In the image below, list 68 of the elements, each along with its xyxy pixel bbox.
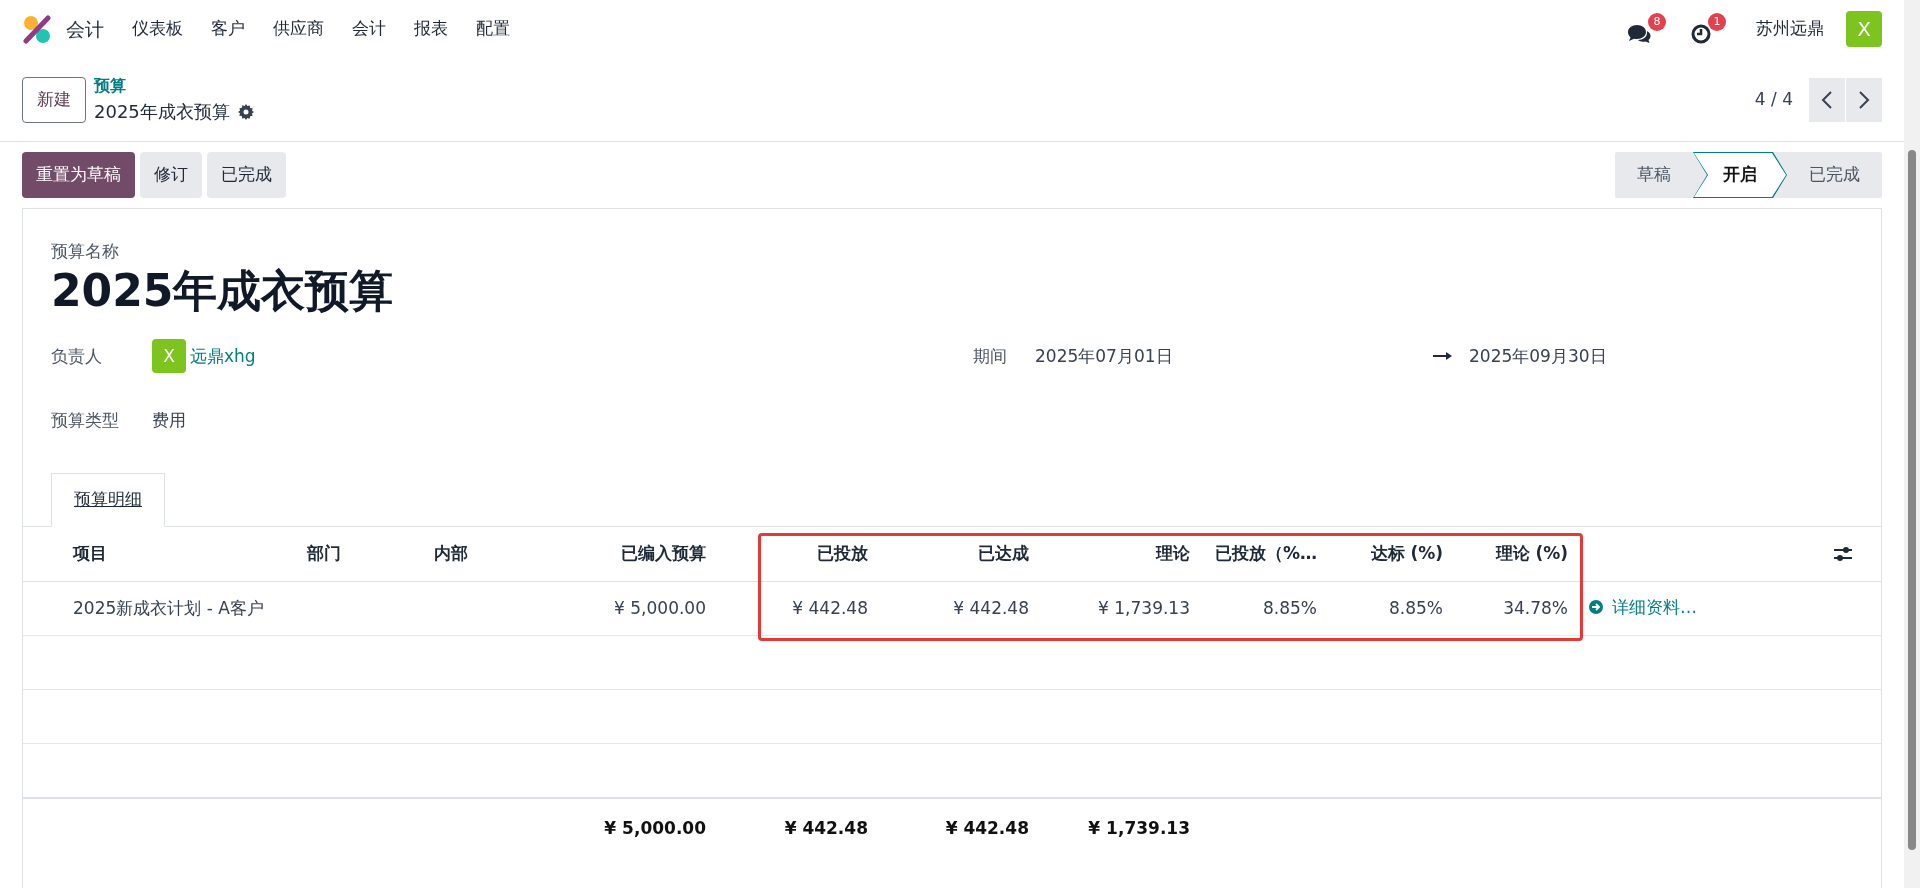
total-value: ¥ 442.48 <box>945 817 1029 838</box>
details-link[interactable]: 详细资料… <box>1588 594 1697 621</box>
field-value: 费用 <box>152 408 186 432</box>
total-value: ¥ 5,000.00 <box>604 817 706 838</box>
table-cell: 8.85% <box>1389 598 1443 619</box>
table-cell: 8.85% <box>1263 598 1317 619</box>
company-name: 苏州远鼎 <box>1755 17 1825 41</box>
menu-item[interactable]: 报表 <box>400 16 462 42</box>
column-header[interactable]: 部门 <box>307 543 341 564</box>
previous-button[interactable] <box>1809 77 1845 122</box>
gear-icon[interactable] <box>237 103 254 120</box>
total-value: ¥ 1,739.13 <box>1088 817 1190 838</box>
column-header[interactable]: 理论 <box>1156 543 1190 564</box>
column-header[interactable]: 已投放（%… <box>1214 543 1317 564</box>
column-header[interactable]: 已达成 <box>978 543 1029 564</box>
count-badge: 8 <box>1648 13 1666 31</box>
arrow-right-icon <box>1433 351 1453 362</box>
date-value: 2025年07月01日 <box>1035 344 1174 368</box>
column-header[interactable]: 内部 <box>434 543 468 564</box>
table-cell: ¥ 5,000.00 <box>614 598 706 619</box>
table-cell: 2025新成衣计划 - A客户 <box>73 598 264 619</box>
action-button[interactable]: 已完成 <box>207 152 286 198</box>
field-label: 预算类型 <box>51 408 120 432</box>
breadcrumb-link[interactable]: 预算 <box>94 74 254 98</box>
sliders-icon[interactable] <box>1833 545 1853 564</box>
stage-button[interactable]: 已完成 <box>1787 152 1882 198</box>
menu-item[interactable]: 客户 <box>197 16 259 42</box>
stage-button[interactable]: 开启 <box>1693 152 1787 198</box>
pager-value: 4 / 4 <box>1754 87 1793 111</box>
count-badge: 1 <box>1708 13 1726 31</box>
record-title: 2025年成衣预算 <box>94 100 230 124</box>
next-button[interactable] <box>1846 77 1882 122</box>
user-avatar: X <box>152 339 186 374</box>
action-button[interactable]: 重置为草稿 <box>22 152 135 198</box>
column-header[interactable]: 理论 (%) <box>1495 543 1568 564</box>
date-value: 2025年09月30日 <box>1469 344 1607 368</box>
stage-button[interactable]: 草稿 <box>1615 152 1693 198</box>
user-link[interactable]: 远鼎xhg <box>190 343 256 370</box>
menu-item[interactable]: 配置 <box>462 16 524 42</box>
column-header[interactable]: 项目 <box>73 543 107 564</box>
messages-button[interactable]: 8 <box>1626 13 1666 45</box>
column-header[interactable]: 已编入预算 <box>621 543 706 564</box>
table-cell: ¥ 1,739.13 <box>1098 598 1190 619</box>
table-cell: ¥ 442.48 <box>953 598 1029 619</box>
chevron-left-icon <box>1821 89 1833 110</box>
menu-item[interactable]: 仪表板 <box>118 16 197 42</box>
scrollbar[interactable] <box>1904 0 1920 888</box>
chevron-right-icon <box>1858 89 1870 110</box>
field-label: 预算名称 <box>51 240 120 263</box>
tab[interactable]: 预算明细 <box>51 473 165 527</box>
field-label: 负责人 <box>51 344 103 368</box>
app-logo-icon[interactable] <box>22 14 52 44</box>
record-name: 2025年成衣预算 <box>51 264 395 318</box>
column-header[interactable]: 达标 (%) <box>1370 543 1443 564</box>
chat-icon <box>1626 23 1652 45</box>
app-name[interactable]: 会计 <box>52 14 118 44</box>
action-button[interactable]: 修订 <box>140 152 202 198</box>
menu-item[interactable]: 供应商 <box>259 16 338 42</box>
new-button[interactable]: 新建 <box>22 76 86 123</box>
table-cell: 34.78% <box>1503 598 1568 619</box>
clock-icon <box>1690 23 1712 45</box>
table-cell: ¥ 442.48 <box>792 598 868 619</box>
column-header[interactable]: 已投放 <box>817 543 868 564</box>
menu-item[interactable]: 会计 <box>338 16 400 42</box>
total-value: ¥ 442.48 <box>784 817 868 838</box>
field-label: 期间 <box>973 344 1008 368</box>
scrollbar-thumb[interactable] <box>1908 150 1916 850</box>
activities-button[interactable]: 1 <box>1690 13 1726 45</box>
